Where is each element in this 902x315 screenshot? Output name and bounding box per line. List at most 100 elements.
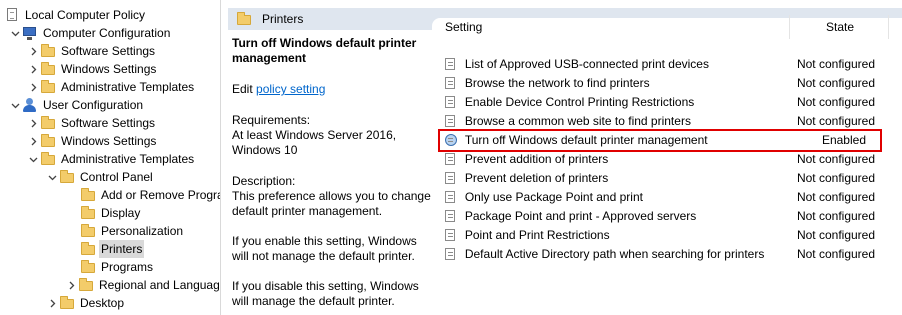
policy-state: Not configured [796, 152, 876, 166]
chevron-down-icon[interactable] [8, 24, 22, 42]
policy-setting-icon [444, 74, 458, 93]
policy-setting-icon [444, 226, 458, 245]
tree-item-administrative-templates[interactable]: Administrative Templates [26, 78, 196, 96]
policy-state: Not configured [796, 171, 876, 185]
policy-state: Not configured [796, 209, 876, 223]
computer-icon [22, 25, 38, 41]
edit-line: Edit policy setting [232, 82, 432, 97]
tree-item-software-settings[interactable]: Software Settings [26, 42, 157, 60]
policy-setting-icon [444, 93, 458, 112]
column-header-setting[interactable]: Setting [445, 18, 482, 37]
chevron-right-icon[interactable] [45, 294, 59, 312]
chevron-right-icon[interactable] [26, 132, 40, 150]
chevron-right-icon[interactable] [26, 78, 40, 96]
tree-item-regional-language[interactable]: Regional and Language Options [64, 276, 220, 294]
tree-item-label: Control Panel [80, 170, 153, 184]
tree-item-administrative-templates-user[interactable]: Administrative Templates [26, 150, 196, 168]
policy-setting-icon [444, 112, 458, 131]
policy-setting-name: Browse the network to find printers [464, 76, 650, 90]
edit-policy-link[interactable]: policy setting [256, 82, 325, 96]
policy-setting-name: Prevent addition of printers [464, 152, 609, 166]
policy-row[interactable]: Browse the network to find printers Not … [440, 74, 880, 93]
policy-setting-icon [444, 169, 458, 188]
tree-item-software-settings-user[interactable]: Software Settings [26, 114, 157, 132]
tree-item-label: Programs [101, 260, 154, 274]
chevron-right-icon[interactable] [64, 276, 78, 294]
folder-icon [236, 11, 252, 27]
policy-state: Not configured [796, 114, 876, 128]
tree-item-label: Software Settings [61, 44, 156, 58]
tree-item-local-computer-policy[interactable]: Local Computer Policy [4, 6, 147, 24]
description-label: Description: [232, 174, 296, 188]
policy-setting-icon [444, 55, 458, 74]
policy-row[interactable]: Browse a common web site to find printer… [440, 112, 880, 131]
folder-icon [80, 259, 96, 275]
policy-row[interactable]: Prevent addition of printers Not configu… [440, 150, 880, 169]
tree-item-programs[interactable]: Programs [80, 258, 155, 276]
tree-item-label: Display [101, 206, 141, 220]
tree-item-windows-settings-user[interactable]: Windows Settings [26, 132, 158, 150]
disable-text: If you disable this setting, Windows wil… [232, 279, 419, 308]
policy-row[interactable]: Enable Device Control Printing Restricti… [440, 93, 880, 112]
tree-item-computer-configuration[interactable]: Computer Configuration [8, 24, 172, 42]
tree-item-label: Windows Settings [61, 134, 157, 148]
description-text: This preference allows you to change def… [232, 189, 431, 218]
tree-item-add-remove-programs[interactable]: Add or Remove Programs [80, 186, 220, 204]
chevron-right-icon[interactable] [26, 60, 40, 78]
policy-row[interactable]: Default Active Directory path when searc… [440, 245, 880, 264]
tree-item-label: Personalization [101, 224, 184, 238]
folder-icon [40, 79, 56, 95]
column-header-state[interactable]: State [826, 18, 854, 37]
requirements-text: At least Windows Server 2016, Windows 10 [232, 128, 397, 157]
tree-item-control-panel[interactable]: Control Panel [45, 168, 155, 186]
folder-icon [80, 205, 96, 221]
requirements-label: Requirements: [232, 113, 311, 127]
column-separator[interactable] [888, 15, 889, 39]
policy-setting-name: List of Approved USB-connected print dev… [464, 57, 709, 71]
policy-enabled-icon [444, 131, 458, 150]
folder-icon [78, 277, 94, 293]
tree-item-printers[interactable]: Printers [80, 240, 145, 258]
chevron-right-icon[interactable] [26, 114, 40, 132]
policy-row[interactable]: Point and Print Restrictions Not configu… [440, 226, 880, 245]
policy-setting-name: Browse a common web site to find printer… [464, 114, 691, 128]
tree-item-display[interactable]: Display [80, 204, 142, 222]
tree-item-label: Computer Configuration [43, 26, 171, 40]
column-separator[interactable] [789, 15, 790, 39]
chevron-down-icon[interactable] [45, 168, 59, 186]
tree-item-user-configuration[interactable]: User Configuration [8, 96, 145, 114]
tree-item-label: Windows Settings [61, 62, 157, 76]
tree-item-label: Administrative Templates [61, 152, 195, 166]
policy-setting-name: Turn off Windows default printer managem… [464, 133, 708, 147]
navigation-tree: Local Computer Policy Computer Configura… [0, 0, 221, 315]
category-title: Printers [262, 12, 304, 26]
policy-row[interactable]: Package Point and print - Approved serve… [440, 207, 880, 226]
policy-setting-icon [444, 207, 458, 226]
chevron-down-icon[interactable] [8, 96, 22, 114]
policy-state: Enabled [821, 133, 866, 147]
tree-item-label: Regional and Language Options [99, 278, 220, 292]
folder-icon [80, 187, 96, 203]
folder-icon [80, 241, 96, 257]
tree-item-label: Add or Remove Programs [101, 188, 220, 202]
chevron-down-icon[interactable] [26, 150, 40, 168]
tree-item-label: Local Computer Policy [25, 8, 146, 22]
policy-setting-name: Only use Package Point and print [464, 190, 643, 204]
policy-setting-name: Enable Device Control Printing Restricti… [464, 95, 695, 109]
tree-item-label: Administrative Templates [61, 80, 195, 94]
tree-item-windows-settings[interactable]: Windows Settings [26, 60, 158, 78]
policy-setting-name: Point and Print Restrictions [464, 228, 610, 242]
policy-row[interactable]: Prevent deletion of printers Not configu… [440, 169, 880, 188]
policy-row[interactable]: Only use Package Point and print Not con… [440, 188, 880, 207]
tree-item-personalization[interactable]: Personalization [80, 222, 185, 240]
policy-row[interactable]: List of Approved USB-connected print dev… [440, 55, 880, 74]
policy-setting-icon [444, 245, 458, 264]
tree-item-desktop[interactable]: Desktop [45, 294, 126, 312]
policy-title: Turn off Windows default printer managem… [232, 36, 417, 65]
chevron-right-icon[interactable] [26, 42, 40, 60]
folder-icon [59, 169, 75, 185]
edit-prefix: Edit [232, 82, 257, 96]
policy-state: Not configured [796, 190, 876, 204]
policy-row-selected[interactable]: Turn off Windows default printer managem… [438, 129, 882, 152]
tree-item-label: Desktop [80, 296, 125, 310]
